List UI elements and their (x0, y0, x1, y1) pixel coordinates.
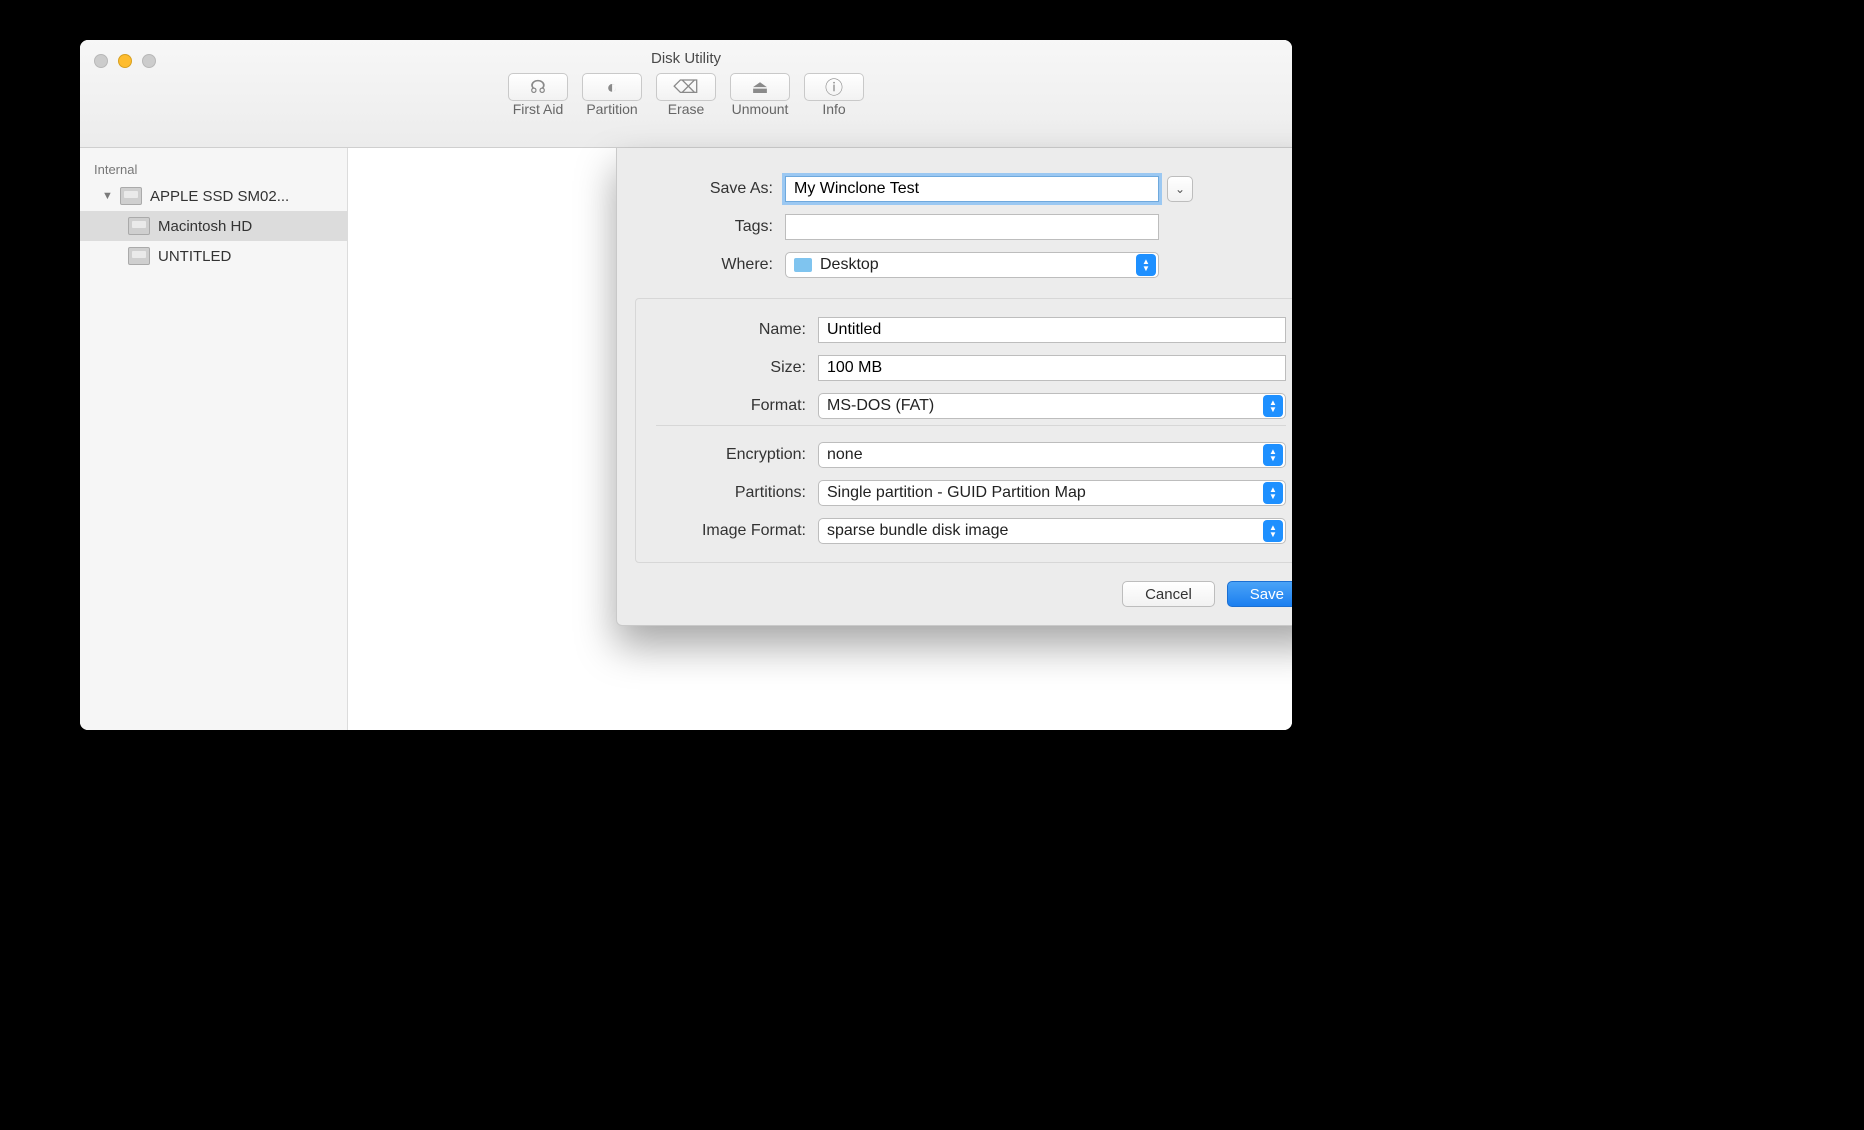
stethoscope-icon: ☊ (530, 77, 546, 98)
popup-arrows-icon: ▲▼ (1263, 395, 1283, 417)
folder-icon (794, 258, 812, 272)
expand-save-dialog-button[interactable]: ⌄ (1167, 176, 1193, 202)
cancel-button[interactable]: Cancel (1122, 581, 1215, 607)
disk-utility-window: Disk Utility ☊ First Aid ◐ Partition ⌫ E… (80, 40, 1292, 730)
popup-arrows-icon: ▲▼ (1263, 482, 1283, 504)
disk-icon (120, 187, 142, 205)
partitions-popup[interactable]: Single partition - GUID Partition Map ▲▼ (818, 480, 1286, 506)
popup-arrows-icon: ▲▼ (1263, 444, 1283, 466)
zoom-window-button[interactable] (142, 54, 156, 68)
partition-button[interactable]: ◐ Partition (582, 73, 642, 117)
volume-icon (128, 247, 150, 265)
popup-arrows-icon: ▲▼ (1136, 254, 1156, 276)
encryption-value: none (827, 446, 863, 464)
sidebar: Internal ▼ APPLE SSD SM02... Macintosh H… (80, 148, 348, 730)
image-format-value: sparse bundle disk image (827, 522, 1008, 540)
sheet-button-bar: Cancel Save (635, 581, 1292, 607)
tags-label: Tags: (635, 218, 785, 236)
name-input[interactable] (818, 317, 1286, 343)
format-label: Format: (656, 397, 818, 415)
name-label: Name: (656, 321, 818, 339)
size-label: Size: (656, 359, 818, 377)
chevron-down-icon: ⌄ (1175, 182, 1185, 196)
sidebar-item-label: Macintosh HD (158, 218, 252, 235)
where-label: Where: (635, 256, 785, 274)
image-format-label: Image Format: (656, 522, 818, 540)
content-area: r Available 1 GB 56.84 GB Logical Volume… (348, 148, 1292, 730)
info-icon: ⓘ (825, 74, 843, 100)
save-as-input[interactable] (785, 176, 1159, 202)
sidebar-section-label: Internal (80, 158, 347, 181)
minimize-window-button[interactable] (118, 54, 132, 68)
info-button[interactable]: ⓘ Info (804, 73, 864, 117)
format-popup[interactable]: MS-DOS (FAT) ▲▼ (818, 393, 1286, 419)
partitions-label: Partitions: (656, 484, 818, 502)
partitions-value: Single partition - GUID Partition Map (827, 484, 1086, 502)
erase-button[interactable]: ⌫ Erase (656, 73, 716, 117)
close-window-button[interactable] (94, 54, 108, 68)
tags-input[interactable] (785, 214, 1159, 240)
encryption-popup[interactable]: none ▲▼ (818, 442, 1286, 468)
sidebar-item-volume[interactable]: UNTITLED (80, 241, 347, 271)
window-body: Internal ▼ APPLE SSD SM02... Macintosh H… (80, 148, 1292, 730)
sidebar-item-volume[interactable]: Macintosh HD (80, 211, 347, 241)
save-sheet: Save As: ⌄ Tags: Where: (616, 148, 1292, 626)
first-aid-button[interactable]: ☊ First Aid (508, 73, 568, 117)
where-popup[interactable]: Desktop ▲▼ (785, 252, 1159, 278)
save-as-label: Save As: (635, 180, 785, 198)
erase-icon: ⌫ (673, 77, 698, 98)
sidebar-item-label: APPLE SSD SM02... (150, 188, 289, 205)
sidebar-item-label: UNTITLED (158, 248, 231, 265)
unmount-button[interactable]: ⏏ Unmount (730, 73, 790, 117)
sidebar-item-disk[interactable]: ▼ APPLE SSD SM02... (80, 181, 347, 211)
toolbar: ☊ First Aid ◐ Partition ⌫ Erase ⏏ Unmoun… (508, 73, 864, 117)
disclosure-triangle-icon[interactable]: ▼ (102, 190, 112, 202)
pie-icon: ◐ (607, 77, 618, 98)
volume-icon (128, 217, 150, 235)
separator (656, 425, 1286, 426)
image-format-popup[interactable]: sparse bundle disk image ▲▼ (818, 518, 1286, 544)
popup-arrows-icon: ▲▼ (1263, 520, 1283, 542)
where-value: Desktop (820, 256, 879, 274)
titlebar: Disk Utility ☊ First Aid ◐ Partition ⌫ E… (80, 40, 1292, 148)
window-controls (94, 54, 156, 68)
image-options-panel: Name: Size: Format: MS-DOS (FAT) ▲▼ (635, 298, 1292, 563)
format-value: MS-DOS (FAT) (827, 397, 934, 415)
save-button[interactable]: Save (1227, 581, 1292, 607)
eject-icon: ⏏ (751, 77, 768, 98)
size-input[interactable] (818, 355, 1286, 381)
encryption-label: Encryption: (656, 446, 818, 464)
window-title: Disk Utility (651, 50, 721, 67)
